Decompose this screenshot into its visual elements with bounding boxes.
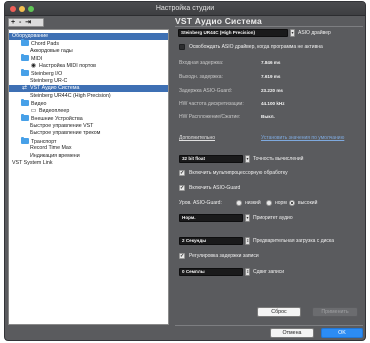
guard-level-normal-label: норм bbox=[275, 200, 287, 206]
tree-item[interactable]: Быстрое управление треком bbox=[9, 130, 168, 137]
asio-guard-checkbox[interactable]: ✓ bbox=[179, 185, 185, 191]
tree-item[interactable]: MIDI bbox=[9, 54, 168, 62]
tree-item[interactable]: Chord Pads bbox=[9, 39, 168, 47]
tree-item-label: Быстрое управление VST bbox=[30, 122, 94, 129]
tree-toolbar[interactable]: + - ⇥ bbox=[8, 18, 44, 27]
hw-pulldown-value: Выкл. bbox=[261, 114, 275, 119]
input-latency-value: 7.846 ms bbox=[261, 60, 281, 65]
folder-icon bbox=[21, 39, 29, 46]
tree-item-label: Транспорт bbox=[31, 138, 57, 145]
precision-select[interactable]: 32 bit float bbox=[179, 155, 243, 163]
apply-button[interactable]: Применить bbox=[312, 307, 358, 317]
guard-level-low-label: низкий bbox=[245, 200, 261, 206]
midi-port-icon: ◉ bbox=[30, 62, 37, 69]
preload-label: Предварительная загрузка с диска bbox=[253, 238, 334, 244]
audio-priority-select[interactable]: Норм. bbox=[179, 214, 243, 222]
tree-item-label: Видеоплеер bbox=[39, 107, 70, 114]
tree-item[interactable]: Внешние Устройства bbox=[9, 114, 168, 122]
tree-item[interactable]: ◉ Настройка MIDI портов bbox=[9, 63, 168, 70]
tree-item-label: VST Аудио Система bbox=[30, 85, 80, 91]
release-driver-checkbox[interactable] bbox=[179, 44, 185, 50]
guard-level-normal-radio[interactable] bbox=[266, 200, 272, 206]
hw-pulldown-label: HW Распложение/Сжатие: bbox=[179, 114, 241, 120]
asio-guard-level-label: Уров. ASIO-Guard: bbox=[179, 200, 222, 206]
precision-dropdown-button[interactable]: ▾ bbox=[245, 155, 250, 163]
title-bar: Настройка студии bbox=[5, 2, 365, 16]
tree-item-label: Record Time Max bbox=[30, 145, 72, 151]
tree-item-label: Внешние Устройства bbox=[31, 116, 83, 122]
asio-driver-label: ASIO драйвер bbox=[298, 30, 331, 36]
video-player-icon: ▭ bbox=[30, 107, 37, 114]
window-title: Настройка студии bbox=[155, 5, 215, 12]
tree-item[interactable]: Steinberg I/O bbox=[9, 69, 168, 77]
folder-icon bbox=[21, 54, 29, 61]
guard-level-low-radio[interactable] bbox=[236, 200, 242, 206]
asio-guard-label: Включить ASIO-Guard bbox=[189, 185, 241, 191]
tree-item-label: Быстрое управление треком bbox=[30, 130, 101, 136]
multi-cpu-checkbox[interactable]: ✓ bbox=[179, 170, 185, 176]
audio-priority-dropdown-button[interactable]: ▾ bbox=[245, 214, 250, 222]
tree-item[interactable]: Record Time Max bbox=[9, 145, 168, 152]
tree-item-label: Steinberg I/O bbox=[31, 71, 63, 77]
reset-button[interactable]: Сброс bbox=[257, 307, 301, 317]
cancel-button[interactable]: Отмена bbox=[270, 328, 314, 338]
release-driver-label: Освобождать ASIO драйвер, когда программ… bbox=[189, 44, 323, 50]
page-title: VST Аудио Система bbox=[175, 16, 262, 26]
asio-guard-latency-value: 23.220 ms bbox=[261, 88, 283, 93]
output-latency-label: Выходн. задержка: bbox=[179, 74, 223, 80]
advanced-section-title: Дополнительно bbox=[179, 135, 215, 141]
tree-item-label: Chord Pads bbox=[31, 41, 59, 47]
preload-select[interactable]: 2 Секунды bbox=[179, 237, 243, 245]
tree-item[interactable]: Аккордовые гады bbox=[9, 48, 168, 55]
asio-driver-dropdown-button[interactable]: ▾ bbox=[290, 29, 295, 37]
tree-item-label: Аккордовые гады bbox=[30, 47, 73, 54]
folder-icon bbox=[21, 136, 29, 144]
guard-level-high-radio[interactable] bbox=[289, 200, 295, 206]
adjust-latency-checkbox[interactable]: ✓ bbox=[179, 253, 185, 259]
asio-driver-select[interactable]: Steinberg UR44C (High Precision) bbox=[178, 29, 288, 37]
tree-item[interactable]: ⇄ VST Аудио Система bbox=[9, 85, 168, 92]
tree-item[interactable]: Видео bbox=[9, 99, 168, 107]
folder-icon bbox=[21, 69, 29, 76]
input-latency-label: Входная задержка: bbox=[179, 60, 224, 66]
footer-divider bbox=[175, 325, 363, 326]
tree-item[interactable]: Индикация времени bbox=[9, 153, 168, 160]
hw-sample-rate-value: 44.100 kHz bbox=[261, 101, 285, 106]
adjust-latency-label: Регулировка задержки записи bbox=[189, 253, 259, 259]
folder-icon bbox=[21, 114, 29, 121]
ok-button[interactable]: OK bbox=[321, 328, 363, 338]
tree-item-label: MIDI bbox=[31, 56, 43, 62]
tree-item[interactable]: Транспорт bbox=[9, 136, 168, 145]
tree-item[interactable]: Steinberg UR44C (High Precision) bbox=[9, 93, 168, 100]
tree-item-label: Индикация времени bbox=[30, 152, 80, 159]
studio-setup-window: Настройка студии + - ⇥ Оборудование Chor… bbox=[4, 1, 366, 341]
record-shift-field[interactable]: 0 Семплы bbox=[179, 268, 243, 276]
tree-item[interactable]: Быстрое управление VST bbox=[9, 123, 168, 130]
multi-cpu-label: Включить мультипроцессорную обработку bbox=[189, 170, 288, 176]
device-tree: Оборудование Chord Pads Аккордовые гады MI… bbox=[8, 29, 169, 325]
preload-stepper[interactable]: ⇕ bbox=[245, 237, 250, 245]
audio-system-icon: ⇄ bbox=[21, 85, 28, 91]
title-divider bbox=[175, 26, 363, 27]
tree-item-label: VST System Link bbox=[12, 160, 53, 166]
folder-icon bbox=[21, 99, 29, 106]
reset-defaults-link[interactable]: Установить значения по умолчанию bbox=[261, 135, 344, 141]
tree-item-label: Настройка MIDI портов bbox=[39, 62, 96, 69]
guard-level-high-label: высокий bbox=[298, 200, 318, 206]
audio-priority-label: Приоритет аудио bbox=[253, 215, 293, 221]
tree-item[interactable]: VST System Link bbox=[9, 160, 168, 167]
tree-item[interactable]: Steinberg UR-C bbox=[9, 78, 168, 85]
tree-header[interactable]: Оборудование bbox=[9, 33, 168, 40]
hw-sample-rate-label: HW частота дискретизации: bbox=[179, 101, 244, 107]
tree-item-label: Steinberg UR-C bbox=[30, 77, 68, 84]
record-shift-stepper[interactable]: ⇕ bbox=[245, 268, 250, 276]
tree-item[interactable]: ▭ Видеоплеер bbox=[9, 108, 168, 115]
precision-label: Точность вычислений bbox=[253, 156, 304, 162]
asio-guard-latency-label: Задержка ASIO-Guard: bbox=[179, 88, 232, 94]
output-latency-value: 7.619 ms bbox=[261, 74, 281, 79]
record-shift-label: Сдвиг записи bbox=[253, 269, 285, 275]
tree-item-label: Видео bbox=[31, 101, 47, 107]
tree-item-label: Steinberg UR44C (High Precision) bbox=[30, 92, 111, 99]
